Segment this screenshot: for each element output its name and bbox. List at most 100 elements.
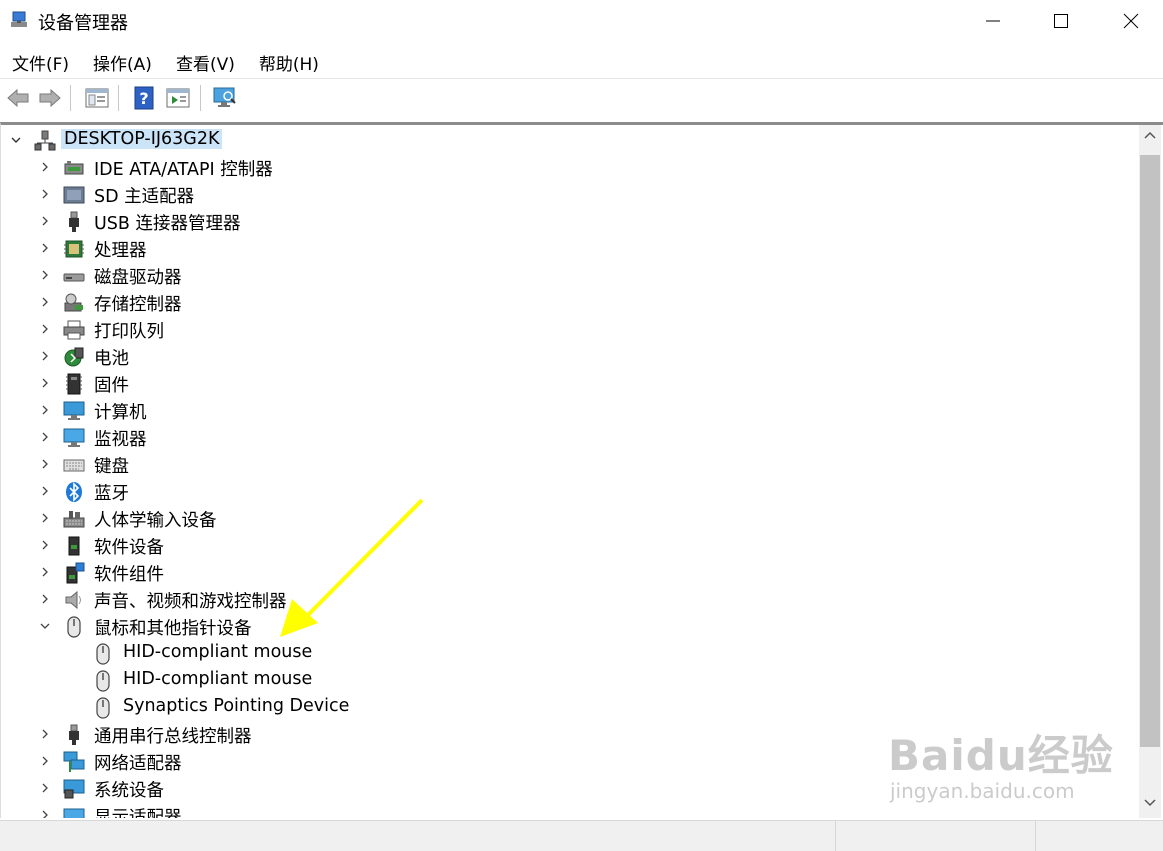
tree-category-label: 系统设备 bbox=[94, 781, 164, 801]
computer-icon bbox=[63, 401, 85, 420]
tree-device-row[interactable]: HID-compliant mouse bbox=[1, 667, 1139, 694]
tree-category-row[interactable]: IDE ATA/ATAPI 控制器 bbox=[1, 154, 1139, 181]
chevron-right-icon[interactable] bbox=[39, 755, 51, 767]
mouse-icon bbox=[67, 616, 81, 638]
chevron-right-icon[interactable] bbox=[39, 512, 51, 524]
chevron-right-icon[interactable] bbox=[39, 593, 51, 605]
mouse-icon bbox=[96, 643, 110, 665]
tree-category-row[interactable]: 蓝牙 bbox=[1, 478, 1139, 505]
menu-view[interactable]: 查看(V) bbox=[164, 44, 247, 76]
vertical-scrollbar[interactable] bbox=[1139, 125, 1161, 818]
chevron-right-icon[interactable] bbox=[39, 377, 51, 389]
chevron-right-icon[interactable] bbox=[39, 539, 51, 551]
tree-category-row[interactable]: 存储控制器 bbox=[1, 289, 1139, 316]
tree-category-row[interactable]: 声音、视频和游戏控制器 bbox=[1, 586, 1139, 613]
tree-category-label: 软件设备 bbox=[94, 538, 164, 558]
tree-category-row[interactable]: SD 主适配器 bbox=[1, 181, 1139, 208]
status-bar bbox=[0, 820, 1163, 851]
tree-category-label: 处理器 bbox=[94, 241, 147, 261]
hid-icon bbox=[63, 511, 85, 528]
chevron-right-icon[interactable] bbox=[39, 809, 51, 818]
menu-help[interactable]: 帮助(H) bbox=[247, 44, 331, 76]
software-device-icon bbox=[68, 536, 80, 556]
mouse-icon bbox=[96, 670, 110, 692]
chevron-right-icon[interactable] bbox=[39, 161, 51, 173]
tree-category-label: 计算机 bbox=[94, 403, 147, 423]
chevron-right-icon[interactable] bbox=[39, 431, 51, 443]
scroll-down-icon[interactable] bbox=[1144, 797, 1156, 807]
tree-category-row[interactable]: 人体学输入设备 bbox=[1, 505, 1139, 532]
tree-category-label: 蓝牙 bbox=[94, 484, 129, 504]
tree-category-label: 键盘 bbox=[94, 457, 129, 477]
tree-category-row[interactable]: 软件组件 bbox=[1, 559, 1139, 586]
tree-category-row[interactable]: 鼠标和其他指针设备 bbox=[1, 613, 1139, 640]
properties-button[interactable] bbox=[164, 84, 192, 112]
tree-category-label: 声音、视频和游戏控制器 bbox=[94, 592, 287, 612]
tree-category-row[interactable]: 固件 bbox=[1, 370, 1139, 397]
annotation-arrow-icon bbox=[280, 498, 424, 637]
chevron-right-icon[interactable] bbox=[39, 242, 51, 254]
scrollbar-thumb[interactable] bbox=[1140, 155, 1160, 747]
tree-category-label: 通用串行总线控制器 bbox=[94, 727, 252, 747]
menu-action[interactable]: 操作(A) bbox=[81, 44, 164, 76]
chevron-down-icon[interactable] bbox=[10, 134, 22, 146]
menu-bar: 文件(F) 操作(A) 查看(V) 帮助(H) bbox=[0, 44, 1163, 76]
tree-category-row[interactable]: 键盘 bbox=[1, 451, 1139, 478]
sd-adapter-icon bbox=[63, 186, 85, 204]
show-hide-console-tree-button[interactable] bbox=[83, 84, 111, 112]
chevron-right-icon[interactable] bbox=[39, 188, 51, 200]
usb-connector-icon bbox=[69, 211, 79, 232]
tree-category-row[interactable]: 显示适配器 bbox=[1, 802, 1139, 818]
tree-category-row[interactable]: 电池 bbox=[1, 343, 1139, 370]
forward-button[interactable] bbox=[36, 84, 64, 112]
scroll-up-icon[interactable] bbox=[1144, 131, 1156, 141]
console-tree-icon bbox=[85, 88, 109, 108]
tree-category-row[interactable]: 处理器 bbox=[1, 235, 1139, 262]
minimize-button[interactable] bbox=[958, 0, 1028, 42]
chevron-right-icon[interactable] bbox=[39, 269, 51, 281]
tree-device-label: HID-compliant mouse bbox=[123, 642, 313, 662]
window-title: 设备管理器 bbox=[38, 13, 128, 34]
chevron-right-icon[interactable] bbox=[39, 323, 51, 335]
menu-file[interactable]: 文件(F) bbox=[0, 44, 81, 76]
disk-drive-icon bbox=[63, 273, 85, 282]
tree-category-row[interactable]: 磁盘驱动器 bbox=[1, 262, 1139, 289]
tree-category-label: USB 连接器管理器 bbox=[94, 214, 241, 234]
tree-category-row[interactable]: 监视器 bbox=[1, 424, 1139, 451]
chevron-right-icon[interactable] bbox=[39, 728, 51, 740]
tree-category-row[interactable]: 软件设备 bbox=[1, 532, 1139, 559]
help-button[interactable]: ? bbox=[130, 84, 158, 112]
chevron-right-icon[interactable] bbox=[39, 458, 51, 470]
chevron-right-icon[interactable] bbox=[39, 485, 51, 497]
status-cell bbox=[1035, 821, 1163, 851]
back-button[interactable] bbox=[4, 84, 32, 112]
mouse-icon bbox=[96, 697, 110, 719]
storage-controller-icon bbox=[64, 293, 83, 312]
tree-device-row[interactable]: Synaptics Pointing Device bbox=[1, 694, 1139, 721]
tree-category-row[interactable]: 打印队列 bbox=[1, 316, 1139, 343]
close-button[interactable] bbox=[1096, 0, 1163, 42]
properties-icon bbox=[166, 88, 190, 108]
software-component-icon bbox=[66, 562, 85, 584]
toolbar: ? bbox=[0, 78, 1163, 116]
tree-category-label: 显示适配器 bbox=[94, 808, 182, 818]
tree-category-row[interactable]: USB 连接器管理器 bbox=[1, 208, 1139, 235]
scan-hardware-button[interactable] bbox=[211, 84, 239, 112]
status-cell bbox=[835, 821, 1035, 851]
chevron-right-icon[interactable] bbox=[39, 350, 51, 362]
chevron-right-icon[interactable] bbox=[39, 296, 51, 308]
chevron-down-icon[interactable] bbox=[39, 620, 51, 632]
toolbar-separator bbox=[70, 85, 71, 111]
tree-category-row[interactable]: 计算机 bbox=[1, 397, 1139, 424]
chevron-right-icon[interactable] bbox=[39, 566, 51, 578]
processor-icon bbox=[64, 240, 84, 258]
tree-category-label: 固件 bbox=[94, 376, 129, 396]
chevron-right-icon[interactable] bbox=[39, 215, 51, 227]
tree-root-row[interactable]: DESKTOP-IJ63G2K bbox=[1, 127, 1139, 154]
tree-device-row[interactable]: HID-compliant mouse bbox=[1, 640, 1139, 667]
tree-category-label: 人体学输入设备 bbox=[94, 511, 217, 531]
tree-category-label: 监视器 bbox=[94, 430, 147, 450]
chevron-right-icon[interactable] bbox=[39, 782, 51, 794]
chevron-right-icon[interactable] bbox=[39, 404, 51, 416]
maximize-button[interactable] bbox=[1026, 0, 1096, 42]
